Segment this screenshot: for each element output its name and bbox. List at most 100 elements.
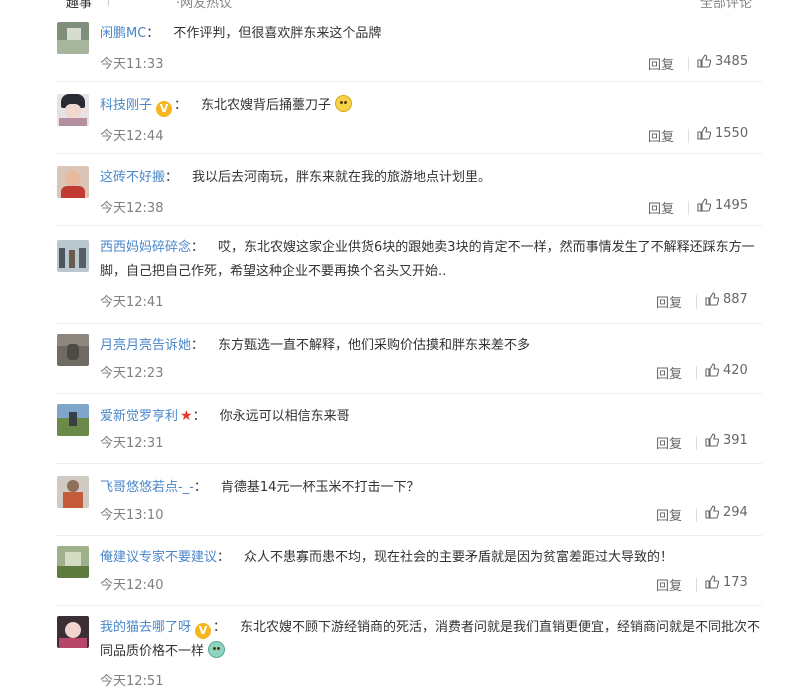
like-count: 173 — [723, 575, 748, 590]
avatar[interactable] — [57, 404, 89, 436]
avatar[interactable] — [57, 22, 89, 54]
comment-divider — [55, 393, 762, 394]
action-divider — [696, 295, 697, 309]
comment-time: 今天11:33 — [100, 57, 164, 72]
comment-item: 俺建议专家不要建议： 众人不患寡而患不均，现在社会的主要矛盾就是因为贫富差距过大导… — [0, 542, 800, 606]
like-count: 391 — [723, 433, 748, 448]
verified-badge-icon: V — [156, 101, 173, 117]
like-button[interactable]: 1495 — [697, 198, 748, 213]
comment-time: 今天12:40 — [100, 578, 164, 593]
comment-time: 今天12:38 — [100, 201, 164, 216]
comment-username[interactable]: 科技刚子 — [100, 98, 152, 113]
comment-text: 众人不患寡而患不均，现在社会的主要矛盾就是因为贫富差距过大导致的！ — [244, 550, 674, 565]
top-strip: 趣事 ·网友热议 全部评论 — [0, 0, 800, 10]
action-divider — [696, 436, 697, 450]
thumbs-up-icon — [697, 126, 712, 140]
comment-time: 今天12:31 — [100, 436, 164, 451]
action-divider — [696, 508, 697, 522]
comment-text: 我以后去河南玩，胖东来就在我的旅游地点计划里。 — [192, 170, 492, 185]
avatar[interactable] — [57, 240, 89, 272]
comment-item: 这砖不好搬： 我以后去河南玩，胖东来就在我的旅游地点计划里。 今天12:38 回复… — [0, 162, 800, 226]
comment-username[interactable]: 爱新觉罗亨利 — [100, 409, 178, 424]
like-count: 3485 — [715, 54, 749, 69]
reply-button[interactable]: 回复 — [648, 126, 674, 145]
comment-username[interactable]: 俺建议专家不要建议 — [100, 550, 217, 565]
comment-text: 东北农嫂背后捅薹刀子 — [201, 98, 332, 113]
reply-button[interactable]: 回复 — [656, 505, 682, 524]
header-subtitle-fragment: ·网友热议 — [176, 0, 233, 10]
comment-time: 今天12:23 — [100, 366, 164, 381]
avatar[interactable] — [57, 546, 89, 578]
avatar[interactable] — [57, 616, 89, 648]
comment-username[interactable]: 西西妈妈碎碎念 — [100, 240, 191, 255]
comment-divider — [55, 463, 762, 464]
comment-time: 今天12:41 — [100, 295, 164, 310]
avatar[interactable] — [57, 334, 89, 366]
thumbs-up-icon — [705, 363, 720, 377]
like-button[interactable]: 3485 — [697, 54, 748, 69]
comment-divider — [55, 605, 762, 606]
comment-item: 月亮月亮告诉她： 东方甄选一直不解释，他们采购价估摸和胖东来差不多 今天12:23… — [0, 330, 800, 394]
action-divider — [696, 366, 697, 380]
header-divider — [108, 0, 109, 6]
thumbs-up-icon — [705, 505, 720, 519]
avatar[interactable] — [57, 166, 89, 198]
avatar[interactable] — [57, 94, 89, 126]
thumbs-up-icon — [705, 433, 720, 447]
reply-button[interactable]: 回复 — [656, 292, 682, 311]
like-button[interactable]: 887 — [705, 292, 748, 307]
reply-button[interactable]: 回复 — [648, 198, 674, 217]
crying-face-emoji-icon — [208, 641, 226, 658]
star-badge-icon: ★ — [180, 408, 193, 424]
comment-item: 闲鹏MC： 不作评判，但很喜欢胖东来这个品牌 今天11:33 回复 3485 — [0, 18, 800, 82]
comment-text: 你永远可以相信东来哥 — [219, 409, 350, 424]
comment-text: 不作评判，但很喜欢胖东来这个品牌 — [173, 26, 382, 41]
verified-badge-icon: V — [195, 623, 212, 639]
like-count: 1550 — [715, 126, 749, 141]
comment-divider — [55, 225, 762, 226]
comment-time: 今天12:51 — [100, 674, 164, 689]
comment-time: 今天13:10 — [100, 508, 164, 523]
comment-item: 飞哥悠悠若点-_-： 肯德基14元一杯玉米不打击一下？ 今天13:10 回复 29… — [0, 472, 800, 536]
action-divider — [688, 201, 689, 215]
thumbs-up-icon — [697, 198, 712, 212]
like-count: 1495 — [715, 198, 749, 213]
like-button[interactable]: 173 — [705, 575, 748, 590]
comment-item: 我的猫去哪了呀 V：东北农嫂不顾下游经销商的死活，消费者问就是我们直销更便宜，经销… — [0, 614, 800, 694]
like-button[interactable]: 294 — [705, 505, 748, 520]
action-divider — [688, 57, 689, 71]
comment-username[interactable]: 飞哥悠悠若点-_- — [100, 480, 194, 495]
like-button[interactable]: 391 — [705, 433, 748, 448]
like-count: 420 — [723, 363, 748, 378]
like-count: 294 — [723, 505, 748, 520]
comment-text: 肯德基14元一杯玉米不打击一下？ — [220, 480, 420, 495]
comment-username[interactable]: 这砖不好搬 — [100, 170, 165, 185]
reply-button[interactable]: 回复 — [656, 363, 682, 382]
reply-button[interactable]: 回复 — [656, 433, 682, 452]
comment-username[interactable]: 月亮月亮告诉她 — [100, 338, 191, 353]
action-divider — [688, 129, 689, 143]
header-count-fragment: 全部评论 — [700, 0, 753, 10]
reply-button[interactable]: 回复 — [656, 575, 682, 594]
thumbs-up-icon — [705, 575, 720, 589]
reply-button[interactable]: 回复 — [648, 54, 674, 73]
comment-text: 东方甄选一直不解释，他们采购价估摸和胖东来差不多 — [218, 338, 531, 353]
comment-item: 爱新觉罗亨利 ★： 你永远可以相信东来哥 今天12:31 回复 391 — [0, 400, 800, 464]
like-button[interactable]: 1550 — [697, 126, 748, 141]
comment-divider — [55, 153, 762, 154]
comment-divider — [55, 535, 762, 536]
comment-time: 今天12:44 — [100, 129, 164, 144]
comment-item: 科技刚子 V：东北农嫂背后捅薹刀子 今天12:44 回复 1550 — [0, 90, 800, 154]
like-count: 887 — [723, 292, 748, 307]
header-user-fragment: 趣事 — [66, 0, 93, 10]
like-button[interactable]: 420 — [705, 363, 748, 378]
thumbs-up-icon — [697, 54, 712, 68]
cat-face-emoji-icon — [335, 95, 353, 112]
comment-divider — [55, 81, 762, 82]
comment-username[interactable]: 闲鹏MC — [100, 26, 146, 41]
comment-item: 西西妈妈碎碎念： 哎，东北农嫂这家企业供货6块的跟她卖3块的肯定不一样，然而事情发… — [0, 234, 800, 324]
comment-username[interactable]: 我的猫去哪了呀 — [100, 620, 191, 635]
avatar[interactable] — [57, 476, 89, 508]
action-divider — [696, 578, 697, 592]
thumbs-up-icon — [705, 292, 720, 306]
